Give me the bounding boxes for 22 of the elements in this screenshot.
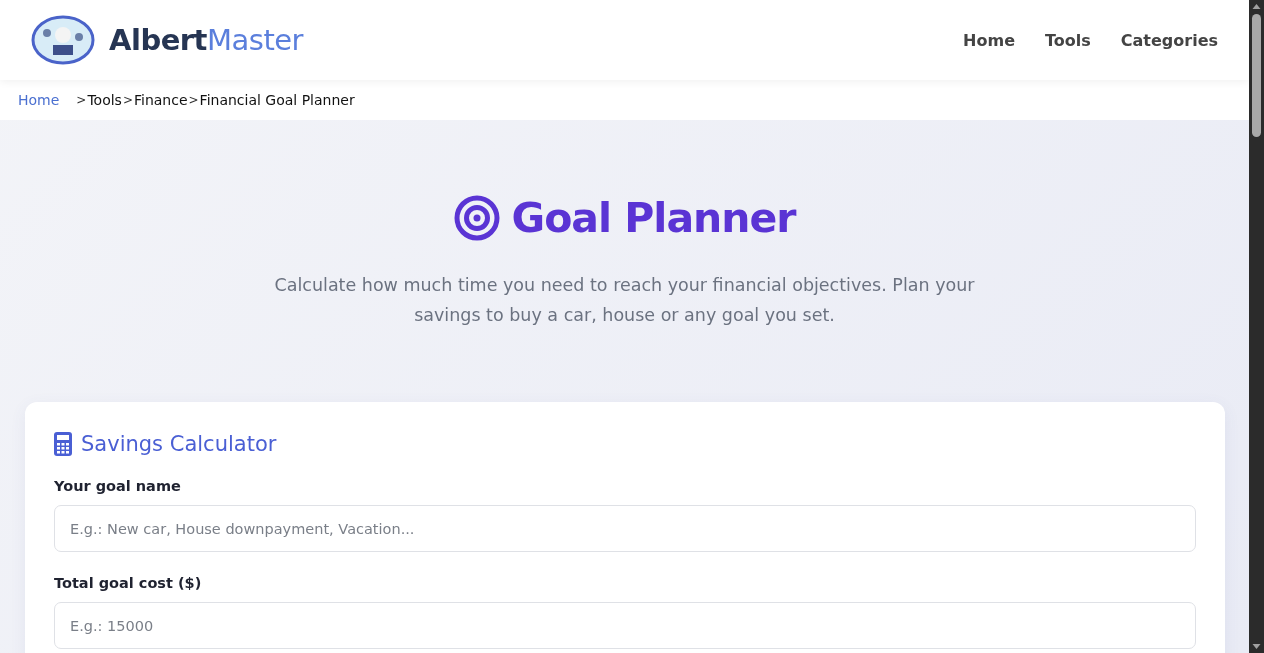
nav-link[interactable]: Tools: [1045, 30, 1091, 50]
page-subtitle: Calculate how much time you need to reach your financial objectives. Plan your savings to buy a car, house or any goal you set.: [274, 274, 975, 327]
breadcrumb-link[interactable]: Home: [18, 92, 60, 108]
field-label: Total goal cost ($): [54, 575, 203, 591]
brand-name[interactable]: AlbertMaster: [109, 23, 304, 57]
breadcrumb-separator: >: [121, 93, 134, 107]
input-field[interactable]: E.g.: 15000: [54, 602, 1196, 649]
scrollbar[interactable]: [1249, 0, 1264, 653]
field-label: Your goal name: [54, 478, 182, 494]
nav-link[interactable]: Home: [963, 30, 1015, 50]
nav-link[interactable]: Categories: [1120, 30, 1218, 50]
page-title: Goal Planner: [511, 194, 796, 242]
card-title: Savings Calculator: [81, 432, 277, 456]
breadcrumb-item: Tools: [87, 92, 122, 108]
breadcrumb-item: Finance: [133, 92, 188, 108]
breadcrumb-separator: >: [75, 93, 87, 107]
target-icon: [453, 195, 500, 241]
breadcrumb-separator: >: [187, 93, 200, 107]
logo-icon: [31, 15, 95, 65]
calculator-icon: [54, 432, 72, 456]
breadcrumb-item: Financial Goal Planner: [199, 92, 355, 108]
input-field[interactable]: E.g.: New car, House downpayment, Vacation...: [54, 505, 1196, 552]
